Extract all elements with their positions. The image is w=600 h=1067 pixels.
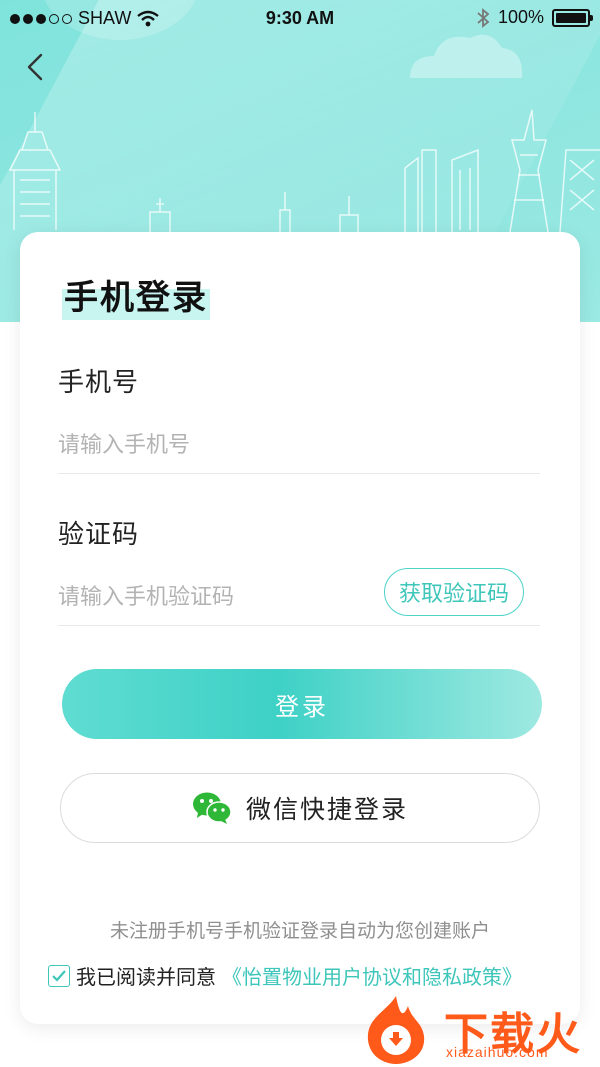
login-button[interactable]: 登录 <box>62 669 542 739</box>
check-icon <box>52 969 66 982</box>
status-right: 100% <box>476 7 593 28</box>
agree-checkbox[interactable] <box>48 964 70 987</box>
battery-percent: 100% <box>497 7 544 27</box>
page-title: 手机登录 <box>62 276 210 320</box>
phone-input[interactable] <box>58 418 540 473</box>
watermark-url: xiazaihuo.com <box>446 1044 549 1060</box>
wechat-login-button[interactable]: 微信快捷登录 <box>60 773 540 843</box>
wechat-icon <box>192 792 232 824</box>
chevron-left-icon <box>27 53 43 81</box>
site-watermark: 下载火 xiazaihuo.com <box>356 992 600 1067</box>
phone-label: 手机号 <box>58 368 140 398</box>
back-button[interactable] <box>18 50 52 84</box>
code-label: 验证码 <box>58 520 140 550</box>
wechat-login-label: 微信快捷登录 <box>245 795 408 824</box>
bluetooth-icon <box>477 7 490 28</box>
agreement-row: 我已阅读并同意 《怡置物业用户协议和隐私政策》 <box>48 961 522 990</box>
login-card: 手机登录 手机号 验证码 获取验证码 登录 微信快捷登录 未注册手机号手机验证登… <box>20 232 580 1024</box>
agree-text: 我已阅读并同意 <box>76 965 216 989</box>
flame-logo-icon <box>367 996 425 1064</box>
phone-field-container <box>58 418 540 474</box>
terms-link[interactable]: 《怡置物业用户协议和隐私政策》 <box>222 961 522 990</box>
battery-icon <box>552 8 593 27</box>
code-field-container: 获取验证码 <box>58 568 540 626</box>
register-hint: 未注册手机号手机验证登录自动为您创建账户 <box>109 920 490 942</box>
code-input[interactable] <box>58 570 358 625</box>
get-code-button[interactable]: 获取验证码 <box>383 568 524 616</box>
status-bar: SHAW 9:30 AM 100% <box>0 0 600 36</box>
